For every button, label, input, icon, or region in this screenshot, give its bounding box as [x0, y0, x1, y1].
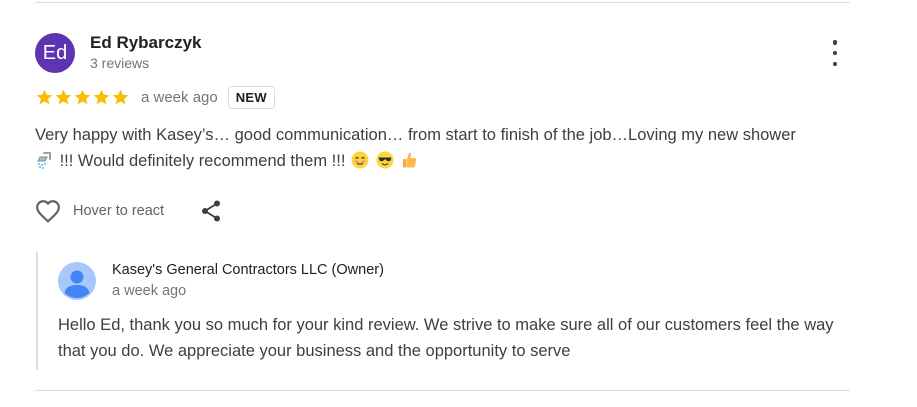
- smiling-face-icon: [351, 151, 369, 169]
- shower-icon: [37, 152, 51, 169]
- avatar-initials: Ed: [42, 42, 68, 64]
- rating-row: a week ago NEW: [35, 84, 275, 110]
- hover-to-react-label: Hover to react: [73, 203, 165, 219]
- review-text-line1: Very happy with Kasey’s… good communicat…: [35, 126, 796, 144]
- owner-reply-text: Hello Ed, thank you so much for your kin…: [58, 316, 834, 360]
- bottom-divider: [35, 390, 850, 391]
- review-text-line2: !!! Would definitely recommend them !!!: [59, 152, 346, 170]
- sunglasses-face-icon: [376, 151, 394, 169]
- star-icon: [93, 89, 110, 104]
- review-count: 3 reviews: [90, 55, 150, 71]
- top-divider: [35, 2, 850, 3]
- owner-name: Kasey's General Contractors LLC (Owner): [112, 262, 384, 278]
- owner-reply-bar: [36, 252, 38, 370]
- owner-avatar-icon: [58, 262, 96, 300]
- owner-reply-date: a week ago: [112, 283, 187, 299]
- reviewer-name[interactable]: Ed Rybarczyk: [90, 33, 202, 53]
- more-options-icon[interactable]: [824, 40, 846, 66]
- review-text: Very happy with Kasey’s… good communicat…: [35, 122, 855, 174]
- new-badge: NEW: [227, 85, 275, 109]
- star-icon: [55, 89, 72, 104]
- review-date: a week ago: [141, 88, 218, 106]
- star-icon: [112, 89, 129, 104]
- reviewer-avatar[interactable]: Ed: [35, 33, 75, 73]
- share-icon[interactable]: [200, 199, 222, 223]
- star-icon: [74, 89, 91, 104]
- thumbs-up-icon: [403, 152, 417, 168]
- star-rating: [35, 88, 130, 107]
- heart-icon[interactable]: [35, 199, 61, 223]
- review-actions: Hover to react: [35, 198, 222, 224]
- star-icon: [36, 89, 53, 104]
